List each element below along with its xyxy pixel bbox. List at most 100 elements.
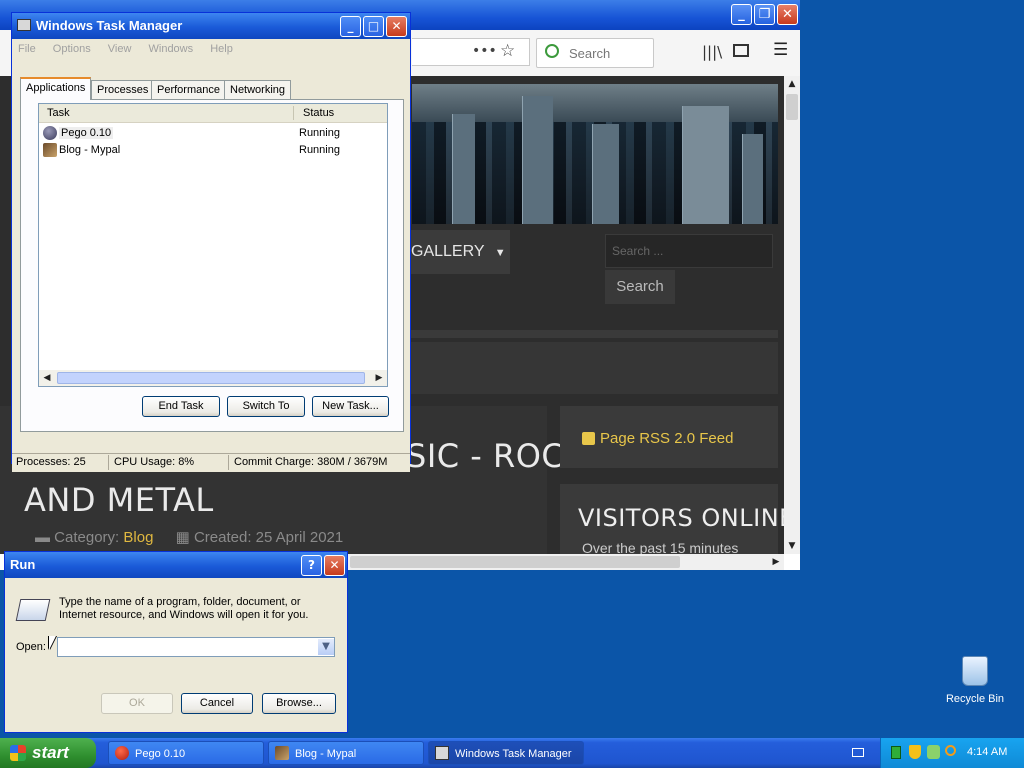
category-link[interactable]: Blog: [123, 529, 153, 546]
status-cpu-usage: CPU Usage: 8%: [114, 456, 195, 468]
mouse-cursor-icon: [49, 636, 56, 650]
keyboard-icon[interactable]: [852, 748, 864, 757]
taskbar-item-label: Blog - Mypal: [295, 748, 357, 760]
clock[interactable]: 4:14 AM: [967, 746, 1007, 758]
horizontal-scroll-thumb[interactable]: [350, 556, 680, 568]
taskbar-item-task-manager[interactable]: Windows Task Manager: [428, 741, 584, 765]
nav-menu-gallery[interactable]: GALLERY ▼: [405, 230, 510, 274]
library-icon[interactable]: |||\: [702, 43, 722, 61]
run-description-line1: Type the name of a program, folder, docu…: [59, 596, 301, 608]
task-manager-menubar: File Options View Windows Help: [18, 43, 247, 55]
dropdown-caret-icon: ▼: [494, 247, 506, 259]
browse-button[interactable]: Browse...: [262, 693, 336, 714]
task-list[interactable]: Task Status Pego 0.10 Running Blog - Myp…: [38, 103, 388, 387]
ok-button[interactable]: OK: [101, 693, 173, 714]
help-button[interactable]: ?: [301, 555, 322, 576]
run-dialog-titlebar[interactable]: Run ? ✕: [5, 552, 347, 578]
site-search-button[interactable]: Search: [605, 270, 675, 304]
start-label: start: [32, 743, 69, 762]
task-manager-titlebar[interactable]: Windows Task Manager _ □ ✕: [12, 13, 410, 39]
menu-windows[interactable]: Windows: [149, 43, 194, 55]
created-date: Created: 25 April 2021: [193, 529, 344, 546]
calendar-icon: ▦: [175, 529, 190, 546]
divider: [405, 330, 778, 338]
visitors-subtitle: Over the past 15 minutes: [582, 540, 739, 554]
start-button[interactable]: start: [0, 738, 96, 768]
recycle-bin-shortcut[interactable]: Recycle Bin: [944, 656, 1006, 705]
security-shield-icon[interactable]: [909, 745, 921, 759]
scroll-right-icon[interactable]: ▶: [371, 370, 387, 386]
system-tray: 4:14 AM: [880, 738, 1024, 768]
page-actions-icon[interactable]: •••: [472, 43, 497, 59]
task-manager-icon: [435, 746, 449, 760]
run-dialog-title: Run: [10, 557, 36, 572]
site-search-input[interactable]: Search ...: [605, 234, 773, 268]
tray-app-icon[interactable]: [891, 746, 901, 759]
task-manager-maximize-button[interactable]: □: [363, 16, 384, 37]
taskbar-item-label: Windows Task Manager: [455, 748, 572, 760]
visitors-title: VISITORS ONLINE: [578, 504, 784, 532]
mypal-icon: [275, 746, 289, 760]
hamburger-menu-icon[interactable]: ☰: [773, 40, 788, 60]
taskbar-item-mypal[interactable]: Blog - Mypal: [268, 741, 424, 765]
tab-applications[interactable]: Applications: [20, 77, 92, 100]
chevron-down-icon[interactable]: ▼: [318, 639, 334, 655]
recycle-bin-icon: [962, 656, 988, 686]
network-icon[interactable]: [927, 745, 940, 759]
switch-to-button[interactable]: Switch To: [227, 396, 305, 417]
tab-networking[interactable]: Networking: [224, 80, 292, 99]
pego-icon: [43, 126, 57, 140]
category-label: Category:: [54, 529, 120, 546]
task-manager-window: Windows Task Manager _ □ ✕ File Options …: [11, 12, 411, 472]
cancel-button[interactable]: Cancel: [181, 693, 253, 714]
task-manager-close-button[interactable]: ✕: [386, 16, 407, 37]
task-row[interactable]: Pego 0.10 Running: [39, 125, 387, 142]
rss-widget: Page RSS 2.0 Feed: [560, 406, 778, 468]
vertical-scroll-thumb[interactable]: [786, 94, 798, 120]
browser-search-placeholder: Search: [569, 46, 611, 61]
search-tray-icon[interactable]: [945, 745, 956, 756]
tab-performance[interactable]: Performance: [151, 80, 226, 99]
menu-file[interactable]: File: [18, 43, 36, 55]
run-dialog-close-button[interactable]: ✕: [324, 555, 345, 576]
browser-close-button[interactable]: ✕: [777, 4, 798, 25]
menu-options[interactable]: Options: [53, 43, 91, 55]
task-list-hscrollbar[interactable]: ◀ ▶: [39, 370, 387, 386]
content-band: [405, 342, 778, 394]
scroll-up-icon[interactable]: ▲: [784, 76, 800, 92]
open-combobox[interactable]: ▼: [57, 637, 335, 657]
page-vertical-scrollbar[interactable]: ▲ ▼: [784, 76, 800, 554]
article-title-line2: AND METAL: [24, 481, 214, 519]
new-task-button[interactable]: New Task...: [312, 396, 389, 417]
browser-search-box[interactable]: Search: [536, 38, 654, 68]
menu-view[interactable]: View: [108, 43, 132, 55]
column-task[interactable]: Task: [47, 107, 70, 119]
taskbar-item-label: Pego 0.10: [135, 748, 186, 760]
task-manager-icon: [17, 19, 31, 31]
browser-minimize-button[interactable]: _: [731, 4, 752, 25]
scroll-down-icon[interactable]: ▼: [784, 538, 800, 554]
status-commit-charge: Commit Charge: 380M / 3679M: [234, 456, 388, 468]
run-description-line2: Internet resource, and Windows will open…: [59, 609, 309, 621]
end-task-button[interactable]: End Task: [142, 396, 220, 417]
scroll-right-icon[interactable]: ▶: [768, 554, 784, 570]
page-horizontal-scrollbar[interactable]: ▶: [348, 554, 784, 570]
scroll-left-icon[interactable]: ◀: [39, 370, 55, 386]
recycle-bin-label: Recycle Bin: [945, 693, 1005, 705]
column-status[interactable]: Status: [303, 107, 334, 119]
url-bar[interactable]: ••• ☆: [412, 38, 530, 66]
bookmark-star-icon[interactable]: ☆: [500, 41, 515, 61]
rss-feed-link[interactable]: Page RSS 2.0 Feed: [600, 430, 733, 447]
task-name: Blog - Mypal: [59, 144, 121, 156]
taskbar-item-pego[interactable]: Pego 0.10: [108, 741, 264, 765]
run-description: Type the name of a program, folder, docu…: [59, 596, 308, 622]
menu-help[interactable]: Help: [210, 43, 233, 55]
task-manager-minimize-button[interactable]: _: [340, 16, 361, 37]
task-row[interactable]: Blog - Mypal Running: [39, 142, 387, 159]
run-icon: [15, 599, 51, 621]
sidebar-icon[interactable]: [733, 44, 749, 57]
article-meta: ▬ Category: Blog ▦ Created: 25 April 202…: [35, 528, 343, 546]
tab-processes[interactable]: Processes: [91, 80, 155, 99]
task-list-scroll-thumb[interactable]: [57, 372, 365, 384]
browser-restore-button[interactable]: ❐: [754, 4, 775, 25]
